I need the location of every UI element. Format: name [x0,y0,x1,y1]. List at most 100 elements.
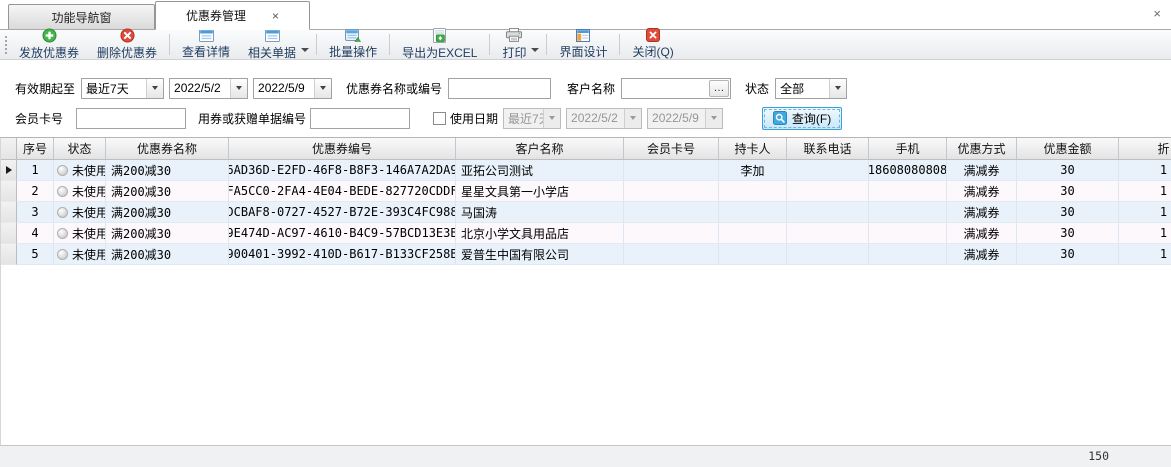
chevron-down-icon[interactable] [301,48,309,52]
column-header[interactable]: 序号 [17,138,54,159]
toolbar-separator [389,34,390,55]
cell-num: 5 [17,244,54,265]
button-label: 关闭(Q) [632,43,673,60]
cell-holder: 李加 [719,160,787,181]
cell-code: 809E474D-AC97-4610-B4C9-57BCD13E3B07 [229,223,456,244]
table-row[interactable]: 3 未使用 满200减30 E4DCBAF8-0727-4527-B72E-39… [1,202,1171,223]
customer-name-input[interactable] [622,79,709,98]
cell-amount: 30 [1017,160,1119,181]
cell-code: 40900401-3992-410D-B617-B133CF258BD4 [229,244,456,265]
doc-number-input[interactable] [310,108,410,129]
query-button-label: 查询(F) [792,110,831,127]
column-header[interactable]: 联系电话 [787,138,869,159]
batch-ops-button[interactable]: 批量操作 [320,30,386,59]
chevron-down-icon[interactable] [230,79,247,98]
cell-method: 满减券 [947,223,1017,244]
button-label: 批量操作 [329,43,377,60]
issue-coupon-button[interactable]: 发放优惠券 [10,30,88,59]
cell-method: 满减券 [947,202,1017,223]
column-header[interactable]: 优惠券名称 [106,138,229,159]
status-ball-icon [57,228,68,239]
batch-form-icon [345,29,361,42]
customer-name-field: … [621,78,731,99]
chevron-down-icon [624,109,641,128]
cell-discount: 1 [1119,223,1171,244]
cell-amount: 30 [1017,223,1119,244]
toolbar: 发放优惠券 删除优惠券 查看详情 相关单据 [0,30,1171,60]
table-row[interactable]: 2 未使用 满200减30 FAFA5CC0-2FA4-4E04-BEDE-82… [1,181,1171,202]
validity-date-to-select[interactable]: 2022/5/9 [253,78,332,99]
cell-name: 满200减30 [106,244,229,265]
delete-coupon-button[interactable]: 删除优惠券 [88,30,166,59]
view-detail-button[interactable]: 查看详情 [173,30,239,59]
column-header[interactable]: 优惠券编号 [229,138,456,159]
ui-design-button[interactable]: 界面设计 [550,30,616,59]
form-icon [199,29,214,42]
export-excel-button[interactable]: 导出为EXCEL [393,30,486,59]
close-button[interactable]: 关闭(Q) [623,30,682,59]
row-indicator [1,202,17,223]
query-button[interactable]: 查询(F) [762,107,842,130]
tab-coupon-management[interactable]: 优惠券管理 × [155,1,310,30]
tab-label: 优惠券管理 [186,7,246,24]
validity-date-from-select[interactable]: 2022/5/2 [169,78,248,99]
column-header[interactable]: 优惠方式 [947,138,1017,159]
member-card-input[interactable] [76,108,186,129]
column-header[interactable]: 手机 [869,138,947,159]
cell-status: 未使用 [54,223,106,244]
magnifier-icon [773,111,787,125]
cell-card [624,223,719,244]
column-header[interactable]: 折 [1119,138,1171,159]
column-header[interactable]: 状态 [54,138,106,159]
tab-function-nav[interactable]: 功能导航窗 [8,4,155,29]
cell-code: E4DCBAF8-0727-4527-B72E-393C4FC98824 [229,202,456,223]
cell-name: 满200减30 [106,202,229,223]
print-button[interactable]: 打印 [493,27,535,63]
cell-method: 满减券 [947,244,1017,265]
window-close-icon[interactable]: × [1153,6,1161,21]
cell-status: 未使用 [54,244,106,265]
cell-tel [787,181,869,202]
total-count: 150 [1088,449,1109,463]
cell-customer: 北京小学文具用品店 [456,223,624,244]
table-row[interactable]: 1 未使用 满200减30 C36AD36D-E2FD-46F8-B8F3-14… [1,160,1171,181]
status-select[interactable]: 全部 [775,78,847,99]
chevron-down-icon[interactable] [531,48,539,52]
cell-customer: 星星文具第一小学店 [456,181,624,202]
ellipsis-lookup-button[interactable]: … [709,80,729,97]
status-ball-icon [57,186,68,197]
column-header[interactable]: 优惠金额 [1017,138,1119,159]
cell-card [624,244,719,265]
button-label: 删除优惠券 [97,44,157,61]
cell-discount: 1 [1119,202,1171,223]
coupon-name-input[interactable] [448,78,551,99]
column-header[interactable]: 客户名称 [456,138,624,159]
toolbar-grip[interactable] [3,34,8,56]
toolbar-separator [489,34,490,55]
column-header[interactable]: 持卡人 [719,138,787,159]
table-row[interactable]: 5 未使用 满200减30 40900401-3992-410D-B617-B1… [1,244,1171,265]
tab-close-icon[interactable]: × [272,10,279,22]
cell-discount: 1 [1119,181,1171,202]
cell-mobile [869,202,947,223]
use-date-checkbox[interactable] [433,112,446,125]
cell-holder [719,223,787,244]
use-date-label: 使用日期 [450,110,498,127]
chevron-down-icon[interactable] [146,79,163,98]
table-row[interactable]: 4 未使用 满200减30 809E474D-AC97-4610-B4C9-57… [1,223,1171,244]
tab-label: 功能导航窗 [51,9,111,26]
cell-holder [719,244,787,265]
button-label: 导出为EXCEL [402,44,477,61]
validity-range-select[interactable]: 最近7天 [81,78,164,99]
chevron-down-icon[interactable] [829,79,846,98]
cell-method: 满减券 [947,181,1017,202]
table-header-row: 序号 状态 优惠券名称 优惠券编号 客户名称 会员卡号 持卡人 联系电话 手机 … [1,138,1171,160]
filter-row-2: 会员卡号 用券或获赠单据编号 使用日期 最近7天 2022/5/2 2022/5… [0,107,1171,129]
cell-num: 3 [17,202,54,223]
chevron-down-icon[interactable] [314,79,331,98]
toolbar-separator [546,34,547,55]
column-header[interactable]: 会员卡号 [624,138,719,159]
button-label: 相关单据 [248,44,296,61]
related-docs-button[interactable]: 相关单据 [239,27,305,63]
chevron-down-icon [705,109,722,128]
